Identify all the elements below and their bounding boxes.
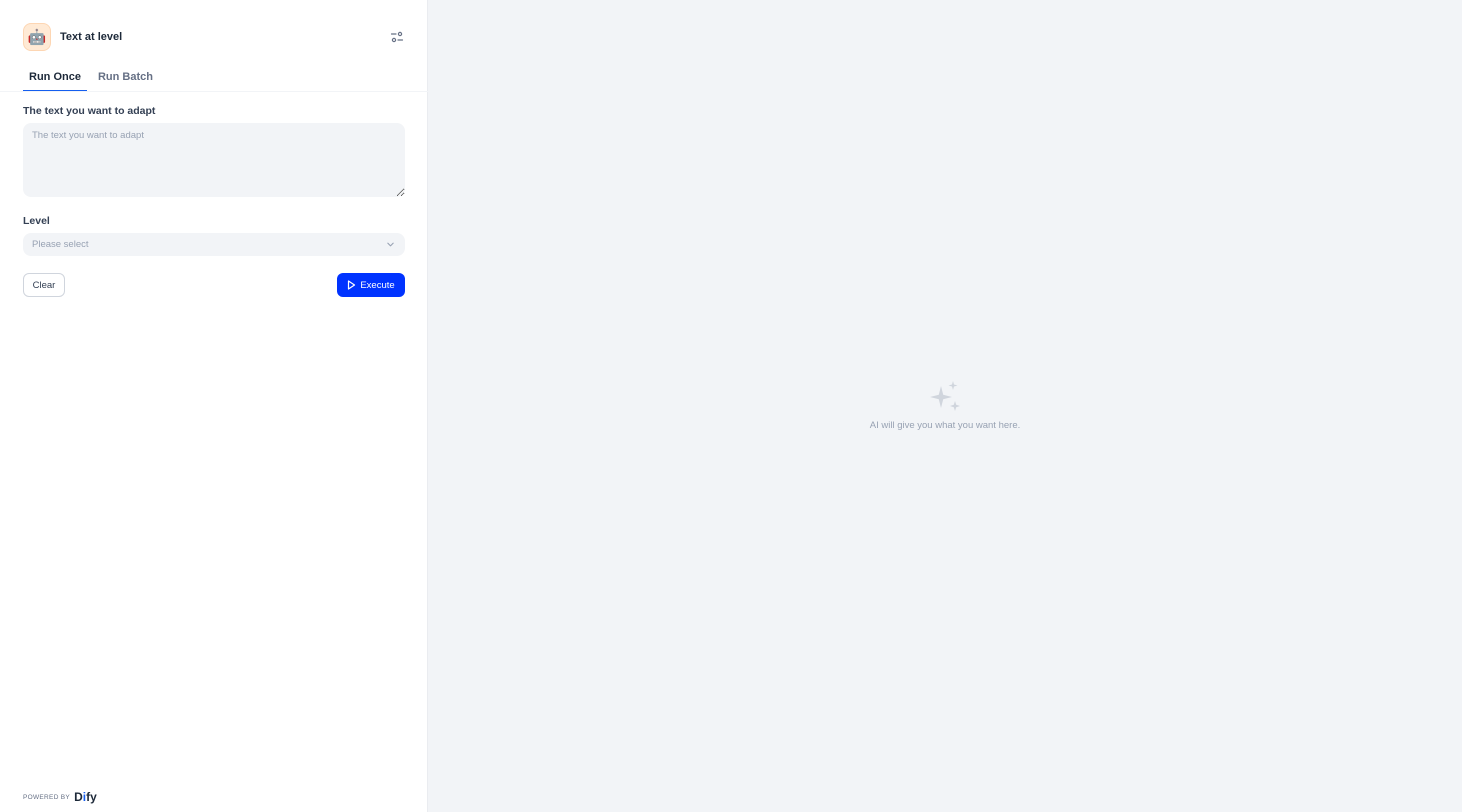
empty-state: AI will give you what you want here. [428,380,1462,431]
app-icon: 🤖 [23,23,51,51]
powered-by[interactable]: POWERED BY Dify [23,790,97,804]
text-field-label: The text you want to adapt [23,105,156,117]
result-panel: AI will give you what you want here. [428,0,1462,812]
level-select[interactable]: Please select [23,233,405,256]
tabs-divider [0,91,428,92]
tab-bar: Run Once Run Batch [23,62,164,92]
empty-state-text: AI will give you what you want here. [869,420,1021,431]
tab-run-once[interactable]: Run Once [23,62,87,92]
level-field-label: Level [23,215,50,227]
text-input[interactable] [23,123,405,197]
robot-icon: 🤖 [27,29,47,46]
app-header: 🤖 Text at level [23,23,405,51]
dify-logo: Dify [74,790,97,804]
execute-button[interactable]: Execute [337,273,405,297]
sliders-icon [390,31,404,43]
chevron-down-icon [387,242,394,247]
clear-button[interactable]: Clear [23,273,65,297]
tab-run-batch[interactable]: Run Batch [92,62,159,92]
settings-button[interactable] [389,29,405,45]
level-select-placeholder: Please select [32,239,89,250]
left-panel: 🤖 Text at level Run Once Run Batch The t… [0,0,428,812]
play-icon [348,280,356,290]
app-title: Text at level [60,31,123,43]
sparkles-icon [930,381,960,411]
powered-by-text: POWERED BY [23,793,71,801]
execute-button-label: Execute [360,279,395,291]
